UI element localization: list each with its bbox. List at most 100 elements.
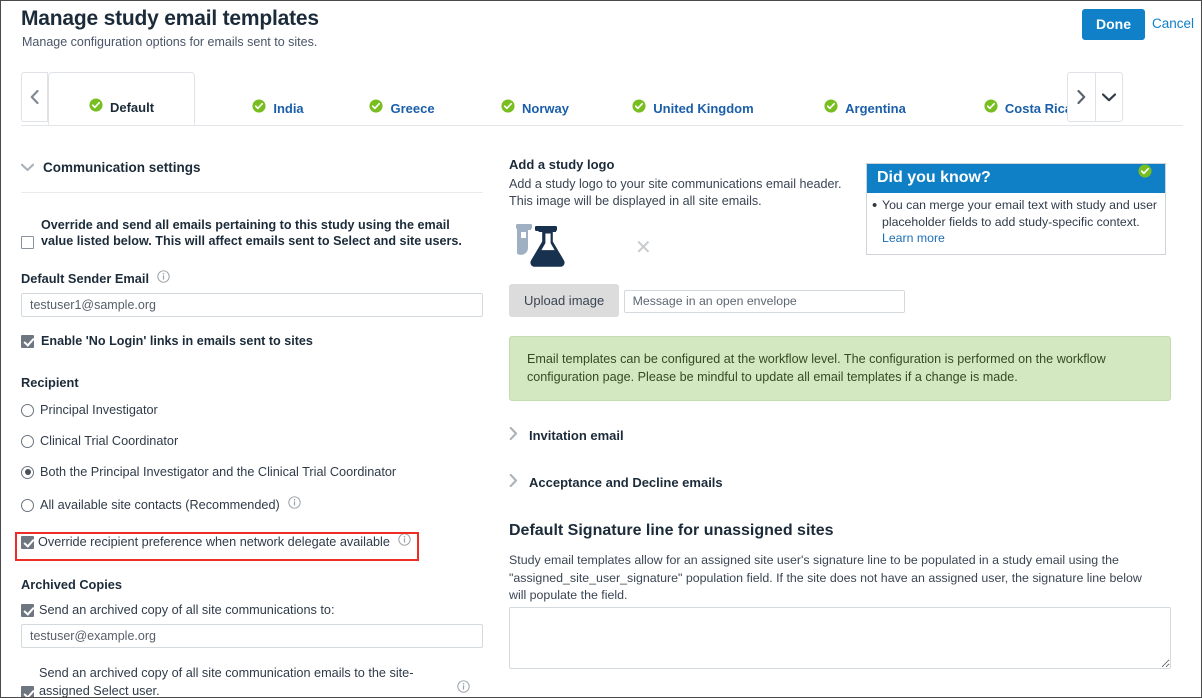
tab-united-kingdom[interactable]: United Kingdom bbox=[604, 72, 782, 125]
archived-site-assigned-label: Send an archived copy of all site commun… bbox=[39, 666, 414, 698]
info-icon[interactable] bbox=[457, 680, 470, 697]
info-icon[interactable] bbox=[288, 496, 301, 514]
signature-section-title: Default Signature line for unassigned si… bbox=[509, 522, 834, 539]
page-subtitle: Manage configuration options for emails … bbox=[22, 35, 318, 49]
radio-button[interactable] bbox=[21, 403, 34, 417]
tab-scroll-next-button[interactable] bbox=[1067, 72, 1095, 122]
remove-logo-icon[interactable]: ✕ bbox=[635, 238, 652, 258]
tab-norway[interactable]: Norway bbox=[468, 72, 602, 125]
chevron-down-icon bbox=[20, 160, 35, 175]
recipient-option-all-site-contacts[interactable]: All available site contacts (Recommended… bbox=[21, 496, 483, 514]
check-circle-icon bbox=[89, 98, 103, 115]
archived-copy-checkbox[interactable] bbox=[21, 603, 34, 617]
invitation-email-section-toggle[interactable]: Invitation email bbox=[509, 426, 1171, 443]
chevron-down-icon bbox=[1102, 92, 1116, 102]
workflow-configuration-note: Email templates can be configured at the… bbox=[509, 336, 1171, 401]
archived-copy-label: Send an archived copy of all site commun… bbox=[39, 603, 335, 617]
section-divider bbox=[21, 192, 483, 193]
tab-label: Greece bbox=[390, 101, 435, 116]
info-icon[interactable] bbox=[398, 533, 411, 551]
recipient-option-label: Principal Investigator bbox=[40, 403, 158, 417]
recipient-option-clinical-trial-coordinator[interactable]: Clinical Trial Coordinator bbox=[21, 434, 483, 448]
tab-label: Default bbox=[109, 100, 155, 115]
radio-button[interactable] bbox=[21, 498, 34, 512]
logo-alt-text-input[interactable] bbox=[623, 289, 905, 313]
bullet-icon: • bbox=[872, 197, 878, 214]
chevron-right-icon bbox=[509, 426, 518, 443]
check-circle-icon bbox=[252, 99, 266, 116]
no-login-links-row[interactable]: Enable 'No Login' links in emails sent t… bbox=[21, 333, 483, 349]
did-you-know-body: • You can merge your email text with stu… bbox=[867, 193, 1165, 254]
tab-argentina[interactable]: Argentina bbox=[790, 72, 940, 125]
override-delegate-row[interactable]: Override recipient preference when netwo… bbox=[21, 533, 483, 551]
check-circle-icon bbox=[824, 99, 838, 116]
recipient-option-both[interactable]: Both the Principal Investigator and the … bbox=[21, 465, 483, 479]
tabs-strip: Default India Greece Norway United Kingd… bbox=[48, 72, 1152, 178]
section-label: Invitation email bbox=[529, 427, 624, 443]
override-all-emails-label: Override and send all emails pertaining … bbox=[41, 218, 462, 248]
tab-label: India bbox=[273, 101, 304, 116]
archived-site-assigned-checkbox[interactable] bbox=[21, 686, 34, 697]
page-title: Manage study email templates bbox=[21, 7, 319, 30]
tab-nav-group bbox=[1067, 72, 1123, 122]
no-login-links-label: Enable 'No Login' links in emails sent t… bbox=[41, 334, 313, 348]
override-delegate-label: Override recipient preference when netwo… bbox=[38, 535, 390, 549]
tab-label: Norway bbox=[522, 101, 569, 116]
chevron-right-icon bbox=[1077, 90, 1086, 104]
tab-overflow-dropdown-button[interactable] bbox=[1095, 72, 1123, 122]
tabbar-divider bbox=[21, 125, 1183, 126]
add-study-logo-description: Add a study logo to your site communicat… bbox=[509, 177, 842, 208]
radio-button[interactable] bbox=[21, 434, 34, 448]
check-circle-icon bbox=[369, 99, 384, 116]
check-circle-icon-partial bbox=[1138, 164, 1152, 183]
did-you-know-title: Did you know? bbox=[867, 164, 1165, 193]
done-button[interactable]: Done bbox=[1082, 9, 1145, 40]
upload-image-button[interactable]: Upload image bbox=[509, 284, 620, 317]
recipient-option-label: All available site contacts (Recommended… bbox=[40, 498, 280, 512]
default-sender-email-input[interactable] bbox=[21, 293, 483, 317]
override-all-emails-checkbox[interactable] bbox=[21, 236, 34, 249]
recipient-option-principal-investigator[interactable]: Principal Investigator bbox=[21, 403, 483, 417]
communication-settings-section-toggle[interactable]: Communication settings bbox=[20, 160, 483, 175]
override-delegate-checkbox[interactable] bbox=[21, 535, 34, 549]
signature-section-description: Study email templates allow for an assig… bbox=[509, 553, 1142, 602]
tab-greece[interactable]: Greece bbox=[338, 72, 466, 125]
page-header: Manage study email templates Manage conf… bbox=[1, 1, 1201, 61]
did-you-know-text: You can merge your email text with study… bbox=[882, 198, 1158, 229]
tab-default[interactable]: Default bbox=[48, 72, 195, 125]
chevron-left-icon bbox=[30, 90, 39, 104]
manage-study-email-templates-page: Manage study email templates Manage conf… bbox=[0, 0, 1202, 698]
section-label: Acceptance and Decline emails bbox=[529, 474, 723, 490]
info-icon[interactable] bbox=[157, 270, 170, 286]
left-column: Communication settings Override and send… bbox=[15, 141, 483, 698]
did-you-know-text-block: You can merge your email text with study… bbox=[882, 197, 1159, 247]
no-login-links-checkbox[interactable] bbox=[21, 334, 34, 348]
tab-label: Costa Rica bbox=[1004, 101, 1073, 116]
radio-button[interactable] bbox=[21, 465, 34, 479]
learn-more-link[interactable]: Learn more bbox=[882, 231, 945, 245]
check-circle-icon bbox=[501, 99, 515, 116]
tab-india[interactable]: India bbox=[218, 72, 338, 125]
tab-scroll-previous-button[interactable] bbox=[21, 72, 48, 122]
right-column: Add a study logo Add a study logo to you… bbox=[509, 141, 1171, 674]
cancel-link[interactable]: Cancel bbox=[1152, 16, 1194, 31]
recipient-option-label: Clinical Trial Coordinator bbox=[40, 434, 179, 448]
recipient-option-label: Both the Principal Investigator and the … bbox=[40, 465, 397, 479]
tab-label: Argentina bbox=[845, 101, 906, 116]
lab-flask-icon bbox=[509, 222, 571, 273]
signature-textarea[interactable] bbox=[509, 606, 1171, 669]
tab-label: United Kingdom bbox=[653, 101, 754, 116]
chevron-right-icon bbox=[509, 473, 518, 490]
override-all-emails-row[interactable]: Override and send all emails pertaining … bbox=[21, 217, 483, 249]
check-circle-icon bbox=[984, 99, 998, 116]
check-circle-icon bbox=[632, 99, 646, 116]
default-sender-email-label-row: Default Sender Email bbox=[21, 270, 483, 286]
acceptance-decline-emails-section-toggle[interactable]: Acceptance and Decline emails bbox=[509, 473, 1171, 490]
archived-copies-title: Archived Copies bbox=[21, 577, 122, 592]
archived-site-assigned-row[interactable]: Send an archived copy of all site commun… bbox=[21, 664, 483, 698]
did-you-know-panel: Did you know? • You can merge your email… bbox=[866, 163, 1166, 255]
archived-copy-row[interactable]: Send an archived copy of all site commun… bbox=[21, 603, 483, 617]
default-sender-email-label: Default Sender Email bbox=[21, 270, 150, 286]
recipient-group-title: Recipient bbox=[21, 375, 79, 390]
archived-copy-email-input[interactable] bbox=[21, 624, 483, 648]
